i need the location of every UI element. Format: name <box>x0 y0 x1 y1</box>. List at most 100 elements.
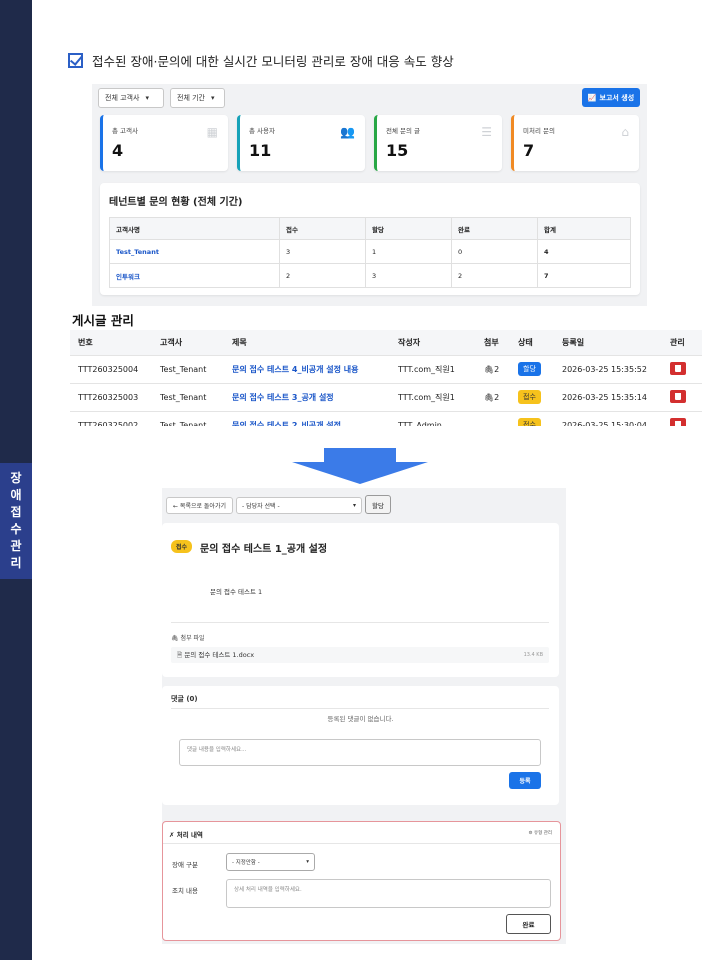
table-cell: 2 <box>279 263 366 288</box>
attach-count: 2 <box>494 364 500 374</box>
post-tenant: Test_Tenant <box>152 411 224 426</box>
gear-icon: ⚙ <box>528 831 533 836</box>
type-manage-link[interactable]: ⚙ 유형 관리 <box>529 830 552 836</box>
column-header: 관리 <box>662 330 702 356</box>
table-cell: 7 <box>537 263 631 288</box>
stat-card-customers: 총 고객사 4 ▦ <box>100 115 228 171</box>
period-filter-value: 전체 기간 <box>177 94 205 102</box>
stat-value: 15 <box>386 141 409 160</box>
section-label-char: 리 <box>10 556 22 570</box>
column-header: 등록일 <box>554 330 662 356</box>
section-label-char: 장 <box>10 471 22 485</box>
chevron-down-icon: ▾ <box>306 859 309 865</box>
process-title: ✗ 처리 내역 <box>169 829 203 839</box>
comment-submit-button[interactable]: 등록 <box>509 772 541 789</box>
post-author: TTT.com_직원1 <box>390 355 476 384</box>
post-title-link[interactable]: 문의 접수 테스트 3_공개 설정 <box>224 383 390 412</box>
stat-value: 7 <box>523 141 535 160</box>
report-button[interactable]: 📈 보고서 생성 <box>582 88 640 107</box>
post-number: TTT260325004 <box>70 355 152 384</box>
delete-icon[interactable] <box>670 361 686 375</box>
delete-icon[interactable] <box>670 389 686 403</box>
customer-filter-select[interactable]: 전체 고객사 ▾ <box>98 88 164 108</box>
wrench-icon: ✗ <box>169 831 175 839</box>
column-header: 접수 <box>279 217 366 240</box>
status-badge: 접수 <box>518 418 541 426</box>
column-header: 할당 <box>365 217 452 240</box>
post-number: TTT260325003 <box>70 383 152 412</box>
stat-label: 미처리 문의 <box>523 127 555 135</box>
board-table-panel: 번호 고객사 제목 작성자 첨부 상태 등록일 관리 TTT260325004 … <box>70 330 702 426</box>
list-icon: ☰ <box>481 125 492 139</box>
post-content-card: 접수 문의 접수 테스트 1_공개 설정 문의 접수 테스트 1 🖇 첨부 파일… <box>162 523 559 677</box>
post-tenant: Test_Tenant <box>152 383 224 412</box>
table-cell: 3 <box>279 239 366 264</box>
post-number: TTT260325002 <box>70 411 152 426</box>
post-status: 접수 <box>510 383 554 412</box>
post-author: TTT.com_직원1 <box>390 383 476 412</box>
tenant-summary-table: 고객사명 접수 할당 완료 합계 Test_Tenant 3 1 0 4 인투워… <box>109 217 631 288</box>
stat-label: 총 사용자 <box>249 127 275 135</box>
post-manage <box>662 355 702 384</box>
delete-icon[interactable] <box>670 417 686 426</box>
attachment-item[interactable]: 🗎 문의 접수 테스트 1.docx 13.4 KB <box>171 647 549 663</box>
period-filter-select[interactable]: 전체 기간 ▾ <box>170 88 225 108</box>
inbox-icon: ⌂ <box>621 125 629 139</box>
post-status: 접수 <box>510 411 554 426</box>
paperclip-icon: 🖇 <box>484 364 495 374</box>
back-to-list-button[interactable]: ← 목록으로 돌아가기 <box>166 497 233 514</box>
column-header: 번호 <box>70 330 152 356</box>
section-label-fault-reception: 장 애 접 수 관 리 <box>0 463 32 579</box>
post-title-link[interactable]: 문의 접수 테스트 2_비공개 설정 <box>224 411 390 426</box>
building-icon: ▦ <box>206 125 218 139</box>
table-cell: 1 <box>365 239 452 264</box>
post-manage <box>662 411 702 426</box>
column-header: 제목 <box>224 330 390 356</box>
table-row[interactable]: TTT260325002 Test_Tenant 문의 접수 테스트 2_비공개… <box>70 411 702 426</box>
tenant-link[interactable]: Test_Tenant <box>109 239 280 264</box>
customer-filter-value: 전체 고객사 <box>105 94 140 102</box>
table-cell: 3 <box>365 263 452 288</box>
table-row[interactable]: TTT260325003 Test_Tenant 문의 접수 테스트 3_공개 … <box>70 383 702 412</box>
table-cell: 0 <box>451 239 538 264</box>
action-textarea[interactable]: 상세 처리 내역을 입력하세요. <box>226 879 551 908</box>
post-attach: 🖇2 <box>476 383 510 412</box>
tenant-link[interactable]: 인투워크 <box>109 263 280 288</box>
down-arrow-icon <box>292 448 428 484</box>
post-title-link[interactable]: 문의 접수 테스트 4_비공개 설정 내용 <box>224 355 390 384</box>
comment-input[interactable]: 댓글 내용을 입력하세요... <box>179 739 541 766</box>
tenant-summary-box: 테넌트별 문의 현황 (전체 기간) 고객사명 접수 할당 완료 합계 Test… <box>100 183 640 295</box>
board-table: 번호 고객사 제목 작성자 첨부 상태 등록일 관리 TTT260325004 … <box>70 330 702 426</box>
section-label-char: 수 <box>10 522 22 536</box>
file-icon: 🗎 <box>177 650 183 659</box>
stat-card-posts: 전체 문의 글 15 ☰ <box>374 115 502 171</box>
process-header: ✗ 처리 내역 ⚙ 유형 관리 <box>163 822 560 844</box>
post-status: 할당 <box>510 355 554 384</box>
table-cell: 4 <box>537 239 631 264</box>
assign-button[interactable]: 할당 <box>365 495 391 514</box>
stat-card-pending: 미처리 문의 7 ⌂ <box>511 115 639 171</box>
assignee-select[interactable]: - 담당자 선택 - ▾ <box>236 497 362 514</box>
table-row: 인투워크 2 3 2 7 <box>109 263 631 288</box>
fault-type-label: 장애 구분 <box>172 861 198 869</box>
table-row: Test_Tenant 3 1 0 4 <box>109 239 631 264</box>
tenant-summary-title: 테넌트별 문의 현황 (전체 기간) <box>109 197 243 208</box>
comment-count-label: 댓글 (0) <box>171 695 198 703</box>
status-badge: 접수 <box>518 390 541 404</box>
table-row[interactable]: TTT260325004 Test_Tenant 문의 접수 테스트 4_비공개… <box>70 355 702 384</box>
complete-button[interactable]: 완료 <box>506 914 551 934</box>
fault-type-select[interactable]: - 지정안함 - ▾ <box>226 853 315 871</box>
type-manage-text: 유형 관리 <box>534 831 552 836</box>
column-header: 고객사명 <box>109 217 280 240</box>
column-header: 작성자 <box>390 330 476 356</box>
chevron-down-icon: ▾ <box>352 502 356 509</box>
column-header: 합계 <box>537 217 631 240</box>
post-title: 문의 접수 테스트 1_공개 설정 <box>200 544 328 555</box>
post-date: 2026-03-25 15:35:52 <box>554 355 662 384</box>
action-label: 조치 내용 <box>172 887 198 895</box>
dashboard-panel: 전체 고객사 ▾ 전체 기간 ▾ 📈 보고서 생성 총 고객사 4 ▦ 총 사용… <box>92 84 647 306</box>
process-history-card: ✗ 처리 내역 ⚙ 유형 관리 장애 구분 - 지정안함 - ▾ 조치 내용 상… <box>162 821 561 941</box>
assignee-select-value: - 담당자 선택 - <box>242 503 280 510</box>
post-date: 2026-03-25 15:30:04 <box>554 411 662 426</box>
column-header: 고객사 <box>152 330 224 356</box>
